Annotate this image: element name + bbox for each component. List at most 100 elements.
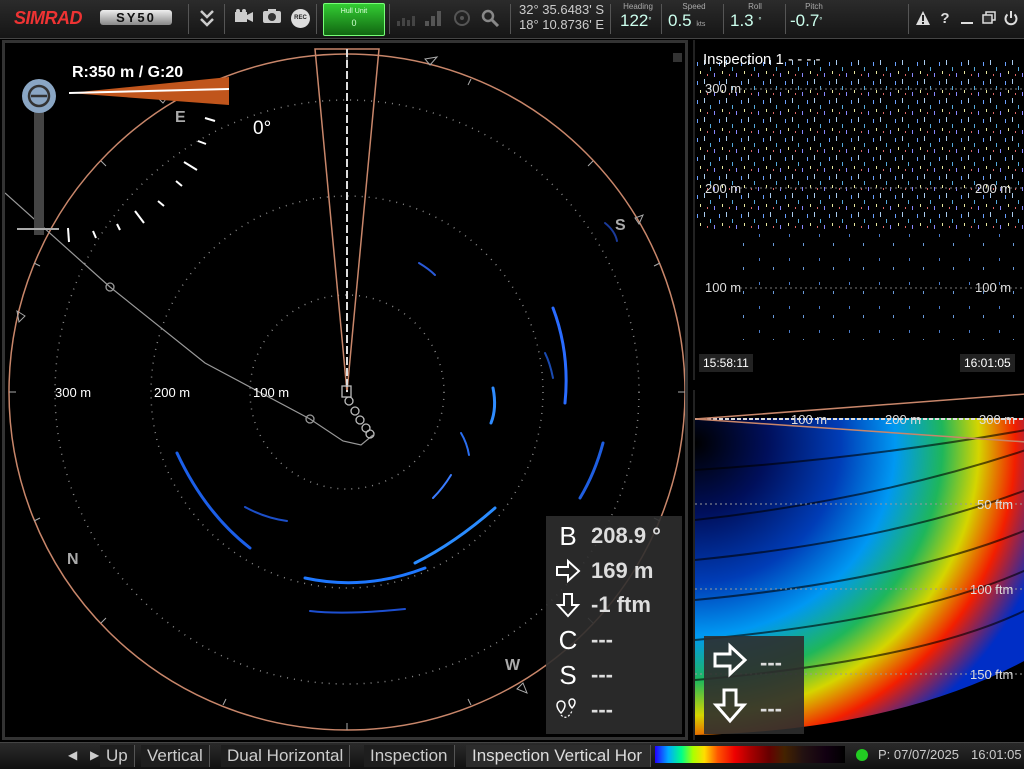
toolbar-divider [389,4,390,34]
toolbar-divider [785,4,786,34]
course-icon: C [558,625,578,655]
range-ring-label: 200 m [154,385,191,400]
bearing-icon: B [559,521,577,551]
depth-label: 300 m [705,81,742,96]
tab-scroll-left-icon[interactable]: ◀ [68,748,77,762]
pitch-readout: Pitch -0.7° [790,2,838,30]
help-icon[interactable]: ? [936,10,954,27]
hull-unit-label: Hull Unit [340,8,368,15]
hull-unit-button[interactable]: Hull Unit 0 [323,3,385,36]
speed-row: S --- [554,659,682,691]
marker-distance-icon [554,694,582,730]
chevrons-down-icon[interactable] [196,8,218,30]
target-icon[interactable] [452,9,472,32]
speed-info-value: --- [591,662,613,687]
tilt-angle: 0° [253,118,272,139]
tab-scroll-right-icon[interactable]: ▶ [90,748,99,762]
depth-label: 150 ftm [970,667,1014,682]
rec-icon[interactable]: REC [291,9,310,28]
top-toolbar: SIMRAD SY50 REC Hull Unit 0 32° 35.6483'… [0,0,1024,39]
photo-icon[interactable] [261,8,283,30]
range-tick: 200 m [885,412,922,427]
toolbar-divider [316,4,317,34]
arrow-down-icon [712,688,748,733]
depth-label: 50 ftm [977,497,1014,512]
marker-value: --- [591,697,613,722]
inspection-title: Inspection 1 - - - - [703,51,821,68]
heading-readout: Heading 122° [620,2,656,30]
marker-row: --- [554,694,682,726]
range-tick: 100 m [791,412,828,427]
status-time: 16:01:05 [971,747,1022,762]
vertical-depth-value: --- [760,696,782,721]
latitude: 32° 35.6483' S [519,2,605,17]
tab-dual-horizontal[interactable]: Dual Horizontal [221,745,351,767]
minimize-icon[interactable] [958,10,976,30]
range-row: 169 m [554,555,682,587]
heading-value: 122° [620,11,652,30]
power-icon[interactable] [1002,10,1020,30]
range-tick: 300 m [979,412,1016,427]
color-scale-bar [655,746,845,763]
tab-vertical[interactable]: Vertical [141,745,210,767]
toolbar-divider [510,4,511,34]
inspection-history-view[interactable]: Inspection 1 - - - - 300 m 200 m 100 m 2… [693,40,1024,380]
roll-value: 1.3 ° [730,11,762,30]
compass-north: N [67,551,79,568]
depth-label: 200 m [975,181,1012,196]
range-ring-label: 300 m [55,385,92,400]
depth-label: 100 ftm [970,582,1014,597]
heading-label: Heading [623,2,653,11]
toolbar-divider [610,4,611,34]
brand-logo: SIMRAD [14,8,83,28]
toolbar-divider [224,4,225,34]
warning-icon[interactable] [914,10,932,30]
course-row: C --- [554,624,682,656]
tab-inspection-vertical-hor[interactable]: Inspection Vertical Hor [466,745,651,767]
bottom-tab-bar: ◀ ▶ Up Vertical Dual Horizontal Inspecti… [0,742,1024,769]
pitch-value: -0.7° [790,11,823,30]
tab-up[interactable]: Up [100,745,135,767]
range-gain-label: R:350 m / G:20 [72,64,184,81]
start-time: 15:58:11 [699,354,753,372]
camera-icon[interactable] [233,8,255,30]
toolbar-divider [661,4,662,34]
pitch-label: Pitch [805,2,823,11]
signal-icon[interactable] [424,9,444,32]
position-readout: 32° 35.6483' S 18° 10.8736' E [519,2,604,32]
compass-south: S [615,217,626,234]
end-time: 16:01:05 [960,354,1015,372]
speed-label: Speed [682,2,706,11]
longitude: 18° 10.8736' E [519,17,605,32]
vertical-cursor-info: --- --- [704,636,804,734]
restore-icon[interactable] [980,10,998,30]
magnifier-icon[interactable] [480,9,500,32]
cursor-info-panel: B 208.9 ° 169 m -1 ftm C --- S --- --- [546,516,682,734]
speed-icon: S [559,660,577,690]
speed-readout: Speed 0.5 kts [668,2,720,34]
bearing-row: B 208.9 ° [554,520,682,552]
toolbar-divider [908,4,909,34]
arrow-right-icon [712,642,748,687]
compass-east: E [175,109,186,126]
speed-value: 0.5 kts [668,11,706,30]
toolbar-divider [723,4,724,34]
hull-unit-value: 0 [351,18,357,28]
bearing-value: 208.9 ° [591,523,661,548]
status-date: P: 07/07/2025 [878,747,959,762]
roll-label: Roll [748,2,762,11]
arrow-right-icon [554,555,582,591]
status-indicator-icon [856,749,868,761]
arrow-down-icon [554,589,582,625]
range-ring-label: 100 m [253,385,290,400]
compass-west: W [505,657,521,674]
depth-label: 100 m [975,280,1012,295]
tab-inspection[interactable]: Inspection [364,745,455,767]
inspection-echo-graphics [695,60,1024,340]
depth-value: -1 ftm [591,592,651,617]
roll-readout: Roll 1.3 ° [730,2,780,30]
depth-label: 100 m [705,280,742,295]
bars-icon[interactable] [396,9,416,32]
range-value: 169 m [591,558,654,583]
vertical-range-value: --- [760,650,782,675]
